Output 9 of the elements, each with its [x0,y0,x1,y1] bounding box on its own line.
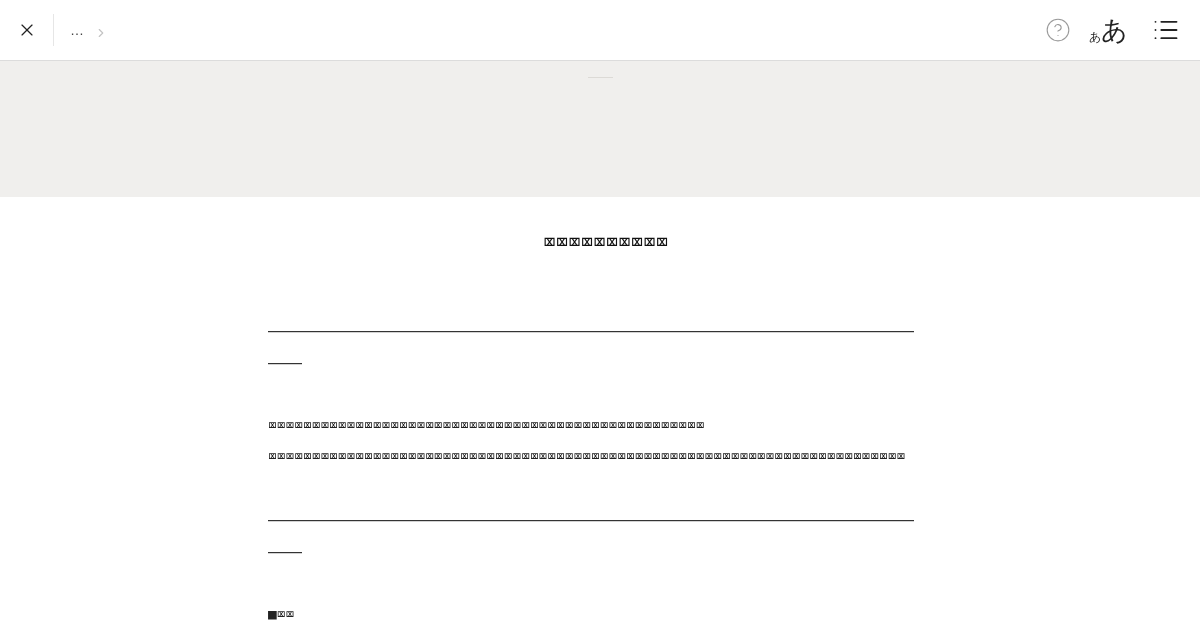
body-text: ⌧⌧⌧⌧⌧⌧⌧⌧⌧⌧⌧⌧⌧⌧⌧⌧⌧⌧⌧⌧⌧⌧⌧⌧⌧⌧⌧⌧⌧⌧⌧⌧⌧⌧⌧⌧⌧⌧⌧⌧⌧⌧⌧⌧⌧⌧⌧⌧⌧⌧⌧⌧⌧⌧⌧⌧⌧⌧⌧⌧⌧⌧⌧⌧⌧⌧⌧⌧⌧⌧⌧⌧⌧ [268,447,906,466]
help-icon[interactable] [1045,17,1071,43]
breadcrumb-more[interactable]: … [70,19,84,41]
rule-line: ―――――――――――――――――――――――――――――――――――――――― [268,319,915,374]
article-title: ⌧⌧⌧⌧⌧⌧⌧⌧⌧⌧ [543,229,669,256]
font-size-button[interactable]: ああ [1089,16,1128,44]
body-text: ⌧⌧⌧⌧⌧⌧⌧⌧⌧⌧⌧⌧⌧⌧⌧⌧⌧⌧⌧⌧⌧⌧⌧⌧⌧⌧⌧⌧⌧⌧⌧⌧⌧⌧⌧⌧⌧⌧⌧⌧⌧⌧⌧⌧⌧⌧⌧⌧⌧⌧ [268,415,705,435]
rule-line: ―――――――――――――――――――――――――――――――――――――――― [268,508,915,563]
body-text: ■⌧⌧ [268,604,295,624]
